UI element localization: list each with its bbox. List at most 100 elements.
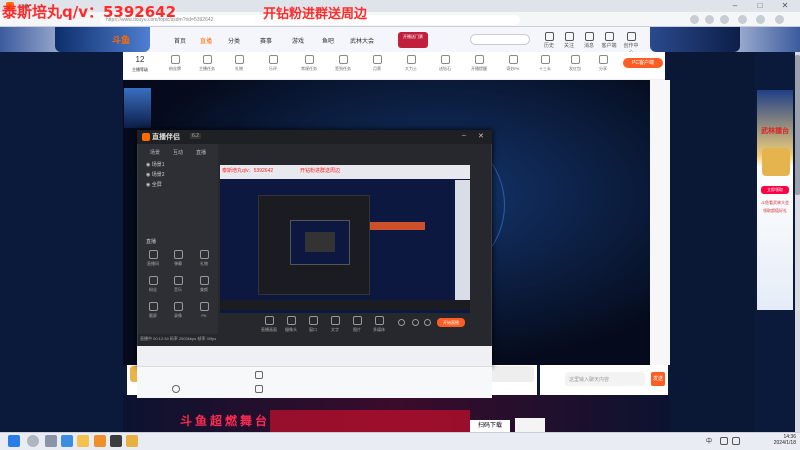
- extension-icon[interactable]: [690, 15, 699, 24]
- nav-games[interactable]: 游戏: [292, 36, 304, 45]
- ad-line-2: 领取超值好礼: [763, 208, 787, 213]
- header-history[interactable]: 历史: [540, 32, 558, 49]
- tab-scenes[interactable]: 场景: [150, 149, 160, 156]
- streaming-app-icon[interactable]: [110, 435, 122, 447]
- settings-icon[interactable]: [398, 319, 405, 326]
- scene-item[interactable]: ◉ 场景1: [146, 161, 206, 169]
- tool-btn-danmu[interactable]: 弹幕: [167, 250, 189, 267]
- close-window-icon[interactable]: ✕: [780, 1, 790, 11]
- nav-events[interactable]: 赛事: [260, 36, 272, 45]
- speaker-icon[interactable]: [424, 319, 431, 326]
- tool-btn-room[interactable]: 直播间: [142, 250, 164, 267]
- tool-fan-badge[interactable]: 粉丝牌: [162, 55, 188, 72]
- maximize-icon[interactable]: □: [755, 1, 765, 11]
- tool-strong[interactable]: 大力士: [398, 55, 424, 72]
- emoji-icon[interactable]: [255, 371, 263, 379]
- tool-share[interactable]: 分享: [590, 55, 616, 72]
- tool-remind[interactable]: 开播提醒: [466, 55, 492, 72]
- tool-music[interactable]: 乐评: [260, 55, 286, 72]
- tool-pk[interactable]: 奇妙PK: [500, 55, 526, 72]
- nav-category[interactable]: 分类: [228, 36, 240, 45]
- tool-window-close-icon[interactable]: ✕: [478, 132, 484, 140]
- scrollbar-thumb[interactable]: [795, 55, 800, 195]
- tool-window-title: 直播伴侣: [152, 134, 180, 141]
- profile-avatar[interactable]: [756, 15, 765, 24]
- tool-window-version: 6.2: [190, 133, 201, 139]
- qr-code[interactable]: 扫码下载: [470, 420, 510, 432]
- source-screen[interactable]: 直播画面: [258, 316, 280, 333]
- start-menu-icon[interactable]: [8, 435, 20, 447]
- tool-label: 主播任务: [199, 66, 215, 71]
- system-clock[interactable]: 14:36 2024/1/18: [758, 434, 796, 446]
- media-icon: [374, 316, 384, 325]
- music-icon[interactable]: [255, 385, 263, 393]
- send-button[interactable]: 发送: [651, 372, 665, 386]
- nav-home[interactable]: 首页: [174, 36, 186, 45]
- mic-icon[interactable]: [412, 319, 419, 326]
- anchor-thumbnail[interactable]: [124, 88, 151, 128]
- source-image[interactable]: 图片: [346, 316, 368, 333]
- tool-mahjong[interactable]: 十三幺: [532, 55, 558, 72]
- nav-wulin[interactable]: 武林大会: [350, 36, 374, 45]
- clock-date: 2024/1/18: [773, 440, 796, 446]
- tab-interact[interactable]: 互动: [173, 149, 183, 156]
- promo-badge[interactable]: 开播送门票: [398, 32, 428, 48]
- tool-btn-label: 美颜: [200, 287, 208, 292]
- tool-btn-gift[interactable]: 礼物: [193, 250, 215, 267]
- tool-btn-record[interactable]: 录像: [167, 302, 189, 319]
- tool-btn-label: 粉丝: [149, 287, 157, 292]
- settings-more-icon[interactable]: [775, 15, 784, 24]
- source-text[interactable]: 文字: [324, 316, 346, 333]
- header-follow[interactable]: 关注: [560, 32, 578, 49]
- tool-tasks[interactable]: 主播任务: [194, 55, 220, 72]
- chat-input[interactable]: 这里输入聊天内容: [565, 372, 645, 386]
- tool-window-minimize-icon[interactable]: –: [462, 132, 466, 139]
- preview-taskbar: [220, 300, 470, 310]
- tool-regular-task[interactable]: 常规任务: [296, 55, 322, 72]
- ad-claim-button[interactable]: 立即领取: [761, 186, 789, 194]
- file-explorer-icon[interactable]: [77, 435, 89, 447]
- scene-item[interactable]: ◉ 场景2: [146, 171, 206, 179]
- source-window[interactable]: 窗口: [302, 316, 324, 333]
- anchor-level: 12 主播等级: [128, 55, 152, 73]
- ime-indicator[interactable]: 中: [706, 436, 712, 445]
- task-view-icon[interactable]: [45, 435, 57, 447]
- source-media[interactable]: 多媒体: [368, 316, 390, 333]
- nav-yuba[interactable]: 鱼吧: [322, 36, 334, 45]
- search-icon[interactable]: [27, 435, 39, 447]
- tab-live[interactable]: 直播: [196, 149, 206, 156]
- collections-icon[interactable]: [720, 15, 729, 24]
- minimize-icon[interactable]: –: [730, 1, 740, 11]
- tool-btn-screenshot[interactable]: 截屏: [142, 302, 164, 319]
- source-label: 直播画面: [261, 327, 277, 332]
- edge-browser-icon[interactable]: [61, 435, 73, 447]
- tool-label: 大力士: [405, 66, 417, 71]
- gift-item[interactable]: [488, 366, 534, 382]
- site-logo[interactable]: 斗鱼: [112, 33, 130, 46]
- camera-icon: [148, 302, 158, 311]
- douyu-app-icon[interactable]: [94, 435, 106, 447]
- tool-gift[interactable]: 礼物: [226, 55, 252, 72]
- header-messages[interactable]: 消息: [580, 32, 598, 49]
- scene-item[interactable]: ◉ 全屏: [146, 181, 206, 189]
- mic-icon[interactable]: [172, 385, 180, 393]
- tool-signin[interactable]: 签到任务: [330, 55, 356, 72]
- app-icon[interactable]: [126, 435, 138, 447]
- favorites-icon[interactable]: [705, 15, 714, 24]
- tool-btn-beauty[interactable]: 美颜: [193, 276, 215, 293]
- start-live-button[interactable]: 开始直播: [437, 318, 465, 327]
- wifi-icon[interactable]: [720, 437, 728, 445]
- tool-redpacket[interactable]: 发红包: [562, 55, 588, 72]
- downloads-icon[interactable]: [738, 15, 747, 24]
- search-input[interactable]: [470, 34, 530, 45]
- tool-btn-fans[interactable]: 粉丝: [142, 276, 164, 293]
- source-camera[interactable]: 摄像头: [280, 316, 302, 333]
- nav-live[interactable]: 直播: [200, 36, 212, 45]
- tool-ticket[interactable]: 月票: [364, 55, 390, 72]
- volume-icon[interactable]: [732, 437, 740, 445]
- tool-btn-music[interactable]: 音乐: [167, 276, 189, 293]
- tool-diamond[interactable]: 送钻石: [432, 55, 458, 72]
- tool-btn-pk[interactable]: PK: [193, 302, 215, 318]
- header-client[interactable]: 客户端: [600, 32, 618, 49]
- pc-client-button[interactable]: PC客户端: [623, 58, 663, 68]
